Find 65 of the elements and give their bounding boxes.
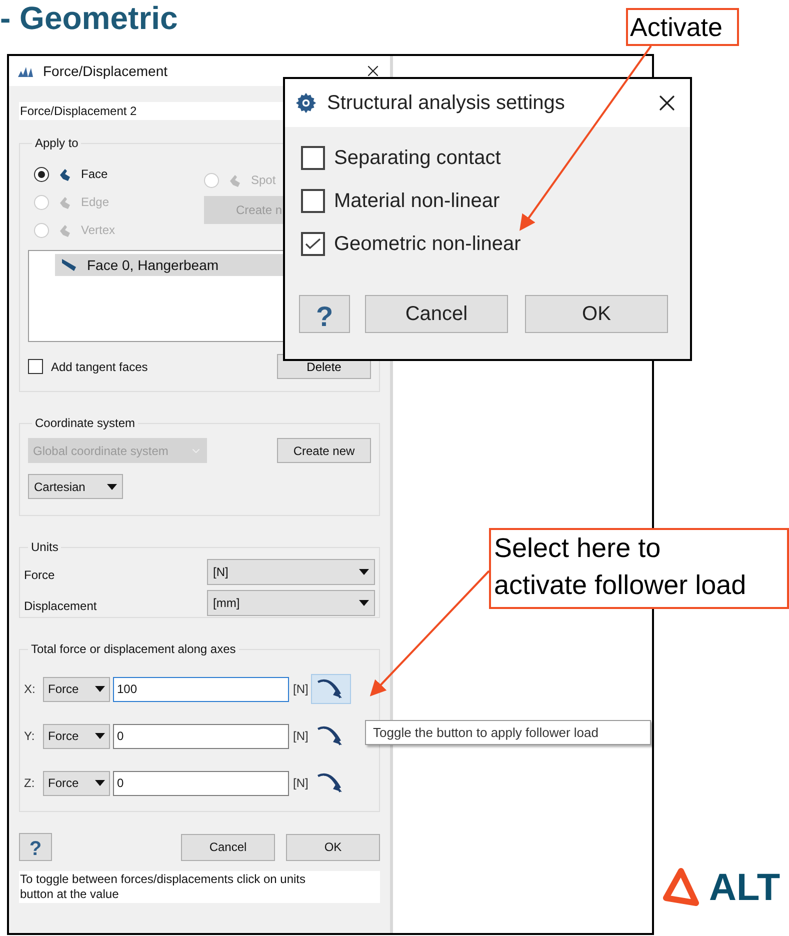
window-title: Force/Displacement <box>43 62 168 81</box>
coordinate-type-dropdown[interactable]: Cartesian <box>28 474 123 499</box>
option-label: Face <box>81 166 108 183</box>
unit-text: [N] <box>293 775 308 792</box>
unit-label: Force <box>24 566 55 584</box>
tooltip: Toggle the button to apply follower load <box>365 720 651 745</box>
follower-load-toggle[interactable] <box>311 674 352 704</box>
unit-label: Displacement <box>24 598 97 614</box>
dropdown-caret-icon <box>95 780 105 786</box>
pointer-icon <box>57 222 73 238</box>
help-button[interactable]: ? <box>19 833 52 861</box>
callout-text: Select here to <box>494 532 662 565</box>
radio-button[interactable] <box>34 166 49 182</box>
dropdown-caret-icon <box>107 484 117 490</box>
unit-dropdown[interactable]: [N] <box>207 558 375 584</box>
dropdown-caret-icon <box>359 600 369 606</box>
unit-text: [N] <box>293 681 308 698</box>
checkbox[interactable] <box>301 232 325 256</box>
face-icon <box>61 258 77 272</box>
callout-text: Activate <box>630 11 724 44</box>
checkbox-label: Add tangent faces <box>51 358 148 376</box>
slide-title: - Geometric <box>0 0 178 36</box>
list-item-label: Face 0, Hangerbeam <box>87 256 219 275</box>
value-input[interactable]: 0 <box>113 770 289 796</box>
checkbox-label: Geometric non-linear <box>334 232 521 257</box>
unit-text: [N] <box>293 728 308 745</box>
create-new-button[interactable]: Create new <box>277 438 371 463</box>
value-input[interactable]: 0 <box>113 724 289 748</box>
group-label: Coordinate system <box>34 415 136 432</box>
gear-icon <box>295 92 317 114</box>
group-label: Units <box>30 539 60 556</box>
help-button[interactable]: ? <box>299 295 350 333</box>
unit-dropdown[interactable]: [mm] <box>207 590 375 616</box>
checkbox-label: Material non-linear <box>334 189 500 214</box>
cancel-button[interactable]: Cancel <box>365 295 508 333</box>
cancel-button[interactable]: Cancel <box>181 834 275 860</box>
logo-text: ALT <box>709 868 780 908</box>
type-dropdown[interactable]: Force <box>43 770 110 796</box>
group-label: Total force or displacement along axes <box>30 641 237 658</box>
checkmark-icon <box>305 238 321 250</box>
value-input[interactable]: 100 <box>113 676 289 702</box>
pointer-icon <box>57 194 73 210</box>
checkbox[interactable] <box>28 359 43 374</box>
logo-mark-icon <box>663 868 699 908</box>
dropdown-caret-icon <box>359 568 369 574</box>
checkbox-label: Separating contact <box>334 146 501 171</box>
type-dropdown[interactable]: Force <box>43 724 110 748</box>
dropdown-caret-icon <box>95 686 105 692</box>
hint-text: To toggle between forces/displacements click on units button at the value <box>19 871 380 903</box>
pointer-icon <box>57 166 73 182</box>
callout-text: activate follower load <box>494 569 748 602</box>
ok-button[interactable]: OK <box>525 295 668 333</box>
dropdown-caret-icon <box>95 733 105 739</box>
ok-button[interactable]: OK <box>286 834 380 860</box>
group-label: Apply to <box>34 135 80 152</box>
axis-label: X: <box>24 681 36 698</box>
option-label: Edge <box>81 194 110 211</box>
pointer-icon <box>227 172 243 188</box>
option-label: Vertex <box>81 222 116 239</box>
type-dropdown[interactable]: Force <box>43 676 110 702</box>
checkbox[interactable] <box>301 146 325 170</box>
axis-label: Z: <box>24 775 36 792</box>
checkbox[interactable] <box>301 189 325 213</box>
axis-label: Y: <box>24 728 36 745</box>
option-label: Spot <box>251 172 276 189</box>
